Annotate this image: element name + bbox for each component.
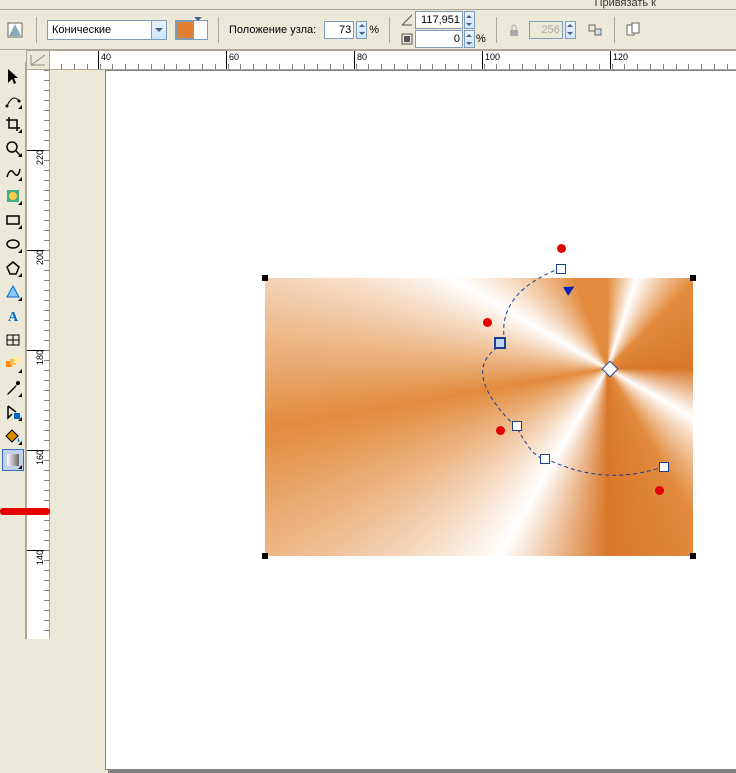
copy-props-icon[interactable] [625, 21, 643, 39]
blend-tool[interactable] [2, 353, 24, 375]
node-position-spinner[interactable] [356, 21, 367, 39]
selection-handle[interactable] [690, 275, 696, 281]
pad-icon [400, 32, 414, 46]
divider [218, 17, 219, 43]
crop-tool[interactable] [2, 113, 24, 135]
midpoint-handle[interactable] [557, 244, 566, 253]
selection-handle[interactable] [262, 275, 268, 281]
outline-tool[interactable] [2, 401, 24, 423]
selection-handle[interactable] [690, 553, 696, 559]
color-swatch [176, 21, 194, 39]
divider [496, 17, 497, 43]
y-spinner[interactable] [464, 30, 475, 48]
table-tool[interactable] [2, 329, 24, 351]
steps-input [529, 21, 563, 39]
options-icon[interactable] [588, 22, 604, 38]
x-spinner[interactable] [464, 11, 475, 29]
smart-fill-tool[interactable] [2, 185, 24, 207]
fill-type-text: Конические [48, 24, 151, 36]
gradient-node[interactable] [556, 264, 566, 274]
gradient-node[interactable] [659, 462, 669, 472]
horizontal-ruler: 406080100120140 [50, 50, 736, 70]
text-tool[interactable]: A [2, 305, 24, 327]
gradient-node[interactable] [512, 421, 522, 431]
x-input[interactable] [415, 11, 463, 29]
divider [36, 17, 37, 43]
y-input[interactable] [415, 30, 463, 48]
svg-text:A: A [8, 310, 19, 325]
node-position-label: Положение узла: [229, 24, 316, 36]
canvas-area[interactable] [50, 70, 736, 639]
fill-type-dropdown[interactable]: Конические [47, 20, 167, 40]
midpoint-handle[interactable] [496, 426, 505, 435]
gradient-fill [265, 278, 693, 556]
rectangle-tool[interactable] [2, 209, 24, 231]
gradient-node-selected[interactable] [494, 337, 506, 349]
interactive-fill-tool[interactable] [2, 449, 24, 471]
eyedropper-tool[interactable] [2, 377, 24, 399]
selection-handle[interactable] [262, 553, 268, 559]
fill-color-picker[interactable] [175, 20, 208, 40]
chevron-down-icon[interactable] [151, 21, 166, 39]
ruler-origin[interactable] [26, 50, 50, 70]
percent-label-2: % [476, 33, 486, 45]
edit-fill-icon[interactable] [4, 19, 26, 41]
shape-tool[interactable] [2, 89, 24, 111]
freehand-tool[interactable] [2, 161, 24, 183]
steps-group [529, 21, 576, 39]
menu-bar-fragment: Привязать к [0, 0, 736, 10]
midpoint-handle[interactable] [655, 486, 664, 495]
midpoint-handle[interactable] [483, 318, 492, 327]
divider [389, 17, 390, 43]
node-position-input[interactable] [324, 21, 354, 39]
annotation-mark [0, 508, 50, 515]
xy-position-group: % [400, 11, 486, 48]
angle-icon [400, 13, 414, 27]
gradient-object[interactable] [265, 278, 693, 556]
pick-tool[interactable] [2, 65, 24, 87]
toolbox: A [0, 62, 26, 639]
polygon-tool[interactable] [2, 257, 24, 279]
property-bar: Конические Положение узла: % % [0, 10, 736, 50]
lock-icon[interactable] [507, 23, 521, 37]
basic-shapes-tool[interactable] [2, 281, 24, 303]
node-position-group: % [324, 21, 379, 39]
chevron-down-icon[interactable] [194, 21, 207, 39]
snap-label: Привязать к [595, 0, 656, 9]
divider [614, 17, 615, 43]
gradient-node[interactable] [540, 454, 550, 464]
ellipse-tool[interactable] [2, 233, 24, 255]
fill-tool[interactable] [2, 425, 24, 447]
steps-spinner [565, 21, 576, 39]
vertical-ruler: 240220200180160140120 [26, 70, 50, 639]
percent-label: % [369, 24, 379, 36]
zoom-tool[interactable] [2, 137, 24, 159]
